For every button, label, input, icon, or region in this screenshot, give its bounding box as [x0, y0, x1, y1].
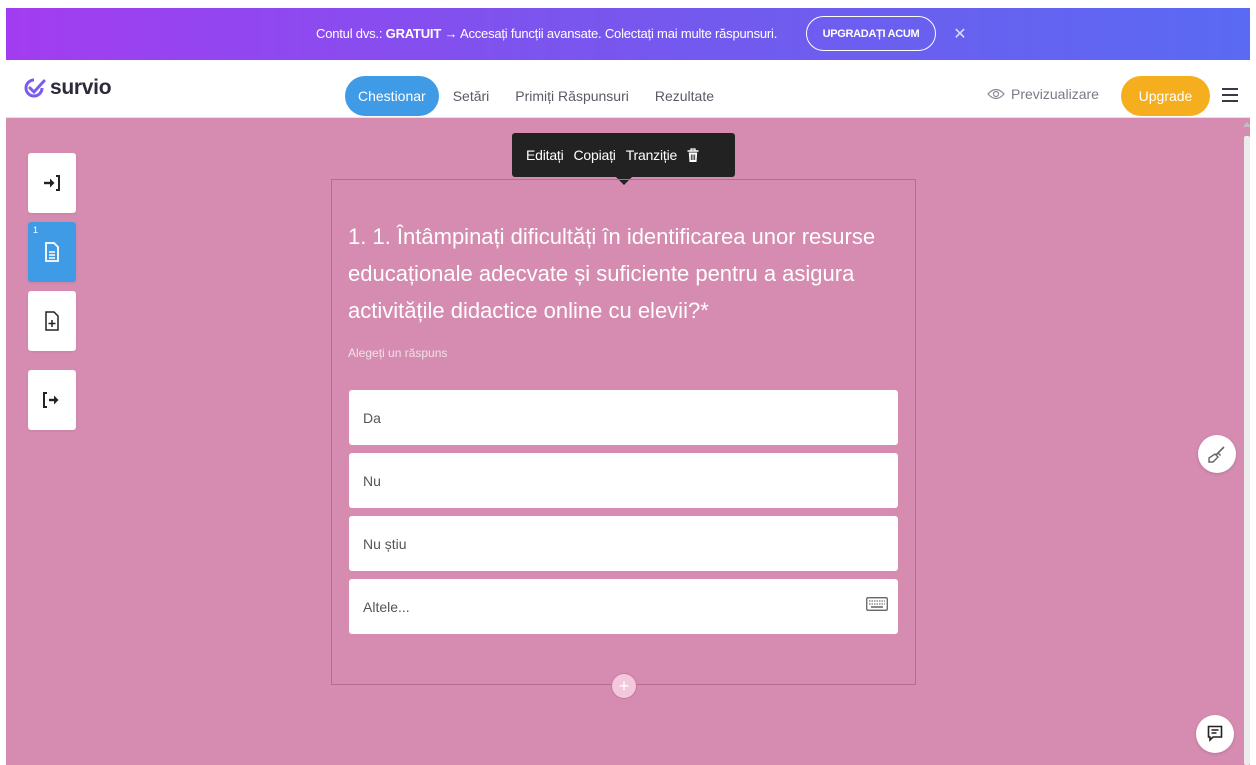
upgrade-button[interactable]: Upgrade [1121, 76, 1210, 116]
eye-icon [987, 88, 1005, 100]
preview-label: Previzualizare [1011, 86, 1099, 102]
scroll-up-arrow-icon[interactable] [1243, 122, 1250, 127]
question-toolbar: Editați Copiați Tranziție [512, 133, 735, 177]
tab-rezultate[interactable]: Rezultate [643, 76, 726, 116]
promo-plan: GRATUIT [385, 26, 442, 41]
feedback-button[interactable] [1196, 715, 1234, 753]
sidebar-item-page-1[interactable]: 1 [28, 222, 76, 282]
answer-option-other[interactable]: Altele... [349, 579, 898, 634]
hamburger-menu-icon[interactable] [1222, 88, 1238, 102]
sign-out-icon [43, 392, 59, 408]
top-navigation: survio Chestionar Setări Primiți Răspuns… [6, 60, 1250, 118]
tab-setari[interactable]: Setări [441, 76, 502, 116]
survio-logo[interactable]: survio [24, 76, 112, 100]
trash-icon[interactable] [687, 147, 699, 163]
preview-button[interactable]: Previzualizare [987, 86, 1099, 102]
copy-button[interactable]: Copiați [574, 147, 616, 163]
scrollbar-thumb[interactable] [1244, 136, 1250, 765]
document-icon [45, 242, 59, 262]
question-card[interactable]: 1. 1. Întâmpinați dificultăți în identif… [331, 179, 916, 699]
answer-option-label: Nu știu [363, 535, 407, 552]
answer-option-label: Da [363, 409, 381, 426]
answer-option[interactable]: Da [349, 390, 898, 445]
answer-option-label: Nu [363, 472, 381, 489]
tab-chestionar[interactable]: Chestionar [345, 76, 439, 116]
close-icon[interactable]: ✕ [950, 24, 970, 44]
answer-option-label: Altele... [363, 598, 410, 615]
upgrade-now-button[interactable]: UPGRADAȚI ACUM [806, 16, 936, 51]
chat-icon [1207, 725, 1223, 742]
sign-in-icon [44, 175, 60, 191]
question-instruction: Alegeți un răspuns [348, 346, 448, 360]
sidebar-item-outro[interactable] [28, 370, 76, 430]
logo-check-icon [24, 78, 46, 98]
brush-icon [1208, 446, 1225, 463]
promo-message: → Accesați funcții avansate. Colectați m… [441, 26, 778, 41]
keyboard-icon [866, 597, 888, 611]
edit-button[interactable]: Editați [526, 147, 564, 163]
promo-banner: Contul dvs.: GRATUIT → Accesați funcții … [6, 8, 1250, 60]
main-tabs: Chestionar Setări Primiți Răspunsuri Rez… [345, 76, 728, 116]
question-title: 1. 1. Întâmpinați dificultăți în identif… [348, 224, 876, 323]
answer-option[interactable]: Nu știu [349, 516, 898, 571]
tab-primiti-raspunsuri[interactable]: Primiți Răspunsuri [503, 76, 641, 116]
transition-button[interactable]: Tranziție [626, 147, 678, 163]
answer-option[interactable]: Nu [349, 453, 898, 508]
add-document-icon [45, 311, 59, 331]
app-frame: Contul dvs.: GRATUIT → Accesați funcții … [6, 8, 1250, 765]
promo-text: Contul dvs.: GRATUIT → Accesați funcții … [316, 26, 777, 41]
add-question-button[interactable]: + [611, 673, 637, 699]
design-brush-button[interactable] [1198, 435, 1236, 473]
promo-prefix: Contul dvs.: [316, 26, 386, 41]
page-number: 1 [33, 225, 39, 235]
logo-text: survio [50, 76, 112, 99]
sidebar-item-add-page[interactable] [28, 291, 76, 351]
sidebar-item-intro[interactable] [28, 153, 76, 213]
